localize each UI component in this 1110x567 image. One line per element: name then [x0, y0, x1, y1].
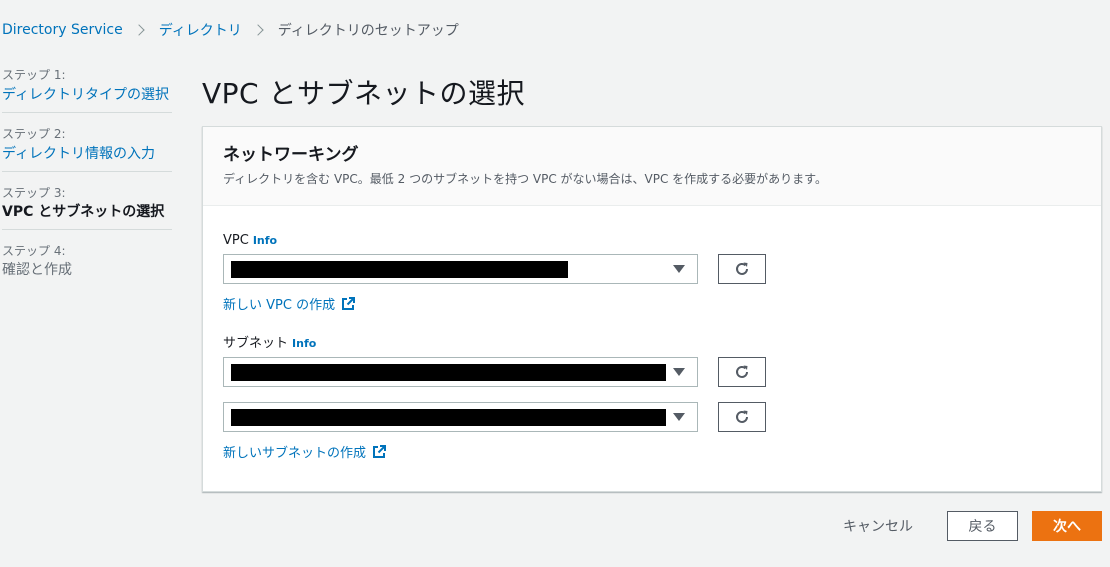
redacted-value — [231, 409, 666, 426]
chevron-right-icon — [252, 24, 264, 36]
networking-panel: ネットワーキング ディレクトリを含む VPC。最低 2 つのサブネットを持つ V… — [202, 126, 1102, 492]
vpc-select[interactable] — [223, 254, 698, 284]
step-link-directory-type[interactable]: ディレクトリタイプの選択 — [2, 87, 169, 103]
vpc-row — [223, 254, 1081, 284]
subnet-label-text: サブネット — [223, 336, 289, 351]
step-disabled-review: 確認と作成 — [2, 262, 72, 278]
vpc-label-text: VPC — [223, 233, 249, 248]
breadcrumb-directory-service[interactable]: Directory Service — [2, 22, 123, 38]
external-link-icon — [373, 444, 387, 458]
subnet-row-1 — [223, 357, 1081, 387]
create-vpc-link-text: 新しい VPC の作成 — [223, 298, 336, 313]
breadcrumb: Directory Service ディレクトリ ディレクトリのセットアップ — [2, 20, 459, 40]
refresh-icon — [736, 410, 748, 423]
create-vpc-link[interactable]: 新しい VPC の作成 — [223, 294, 356, 313]
page-title: VPC とサブネットの選択 — [202, 77, 525, 110]
caret-down-icon — [673, 368, 685, 376]
chevron-right-icon — [133, 24, 145, 36]
step-link-directory-info[interactable]: ディレクトリ情報の入力 — [2, 146, 155, 162]
refresh-icon — [736, 365, 748, 378]
wizard-steps: ステップ 1: ディレクトリタイプの選択 ステップ 2: ディレクトリ情報の入力… — [2, 66, 172, 299]
create-subnet-link[interactable]: 新しいサブネットの作成 — [223, 442, 387, 461]
step-1: ステップ 1: ディレクトリタイプの選択 — [2, 66, 172, 113]
back-button[interactable]: 戻る — [947, 511, 1018, 541]
step-number: ステップ 3: — [2, 186, 66, 200]
subnet-select-2[interactable] — [223, 402, 698, 432]
step-number: ステップ 2: — [2, 127, 66, 141]
refresh-icon — [736, 262, 748, 275]
step-current-vpc-subnet: VPC とサブネットの選択 — [2, 204, 165, 220]
create-subnet-link-text: 新しいサブネットの作成 — [223, 446, 367, 461]
subnet-select-1[interactable] — [223, 357, 698, 387]
wizard-footer: キャンセル 戻る 次へ — [831, 511, 1102, 541]
step-3: ステップ 3: VPC とサブネットの選択 — [2, 184, 172, 230]
subnet-refresh-button-2[interactable] — [718, 402, 766, 432]
subnet-info-link[interactable]: Info — [292, 337, 316, 350]
subnet-row-2 — [223, 402, 1081, 432]
step-number: ステップ 4: — [2, 244, 66, 258]
subnet-refresh-button-1[interactable] — [718, 357, 766, 387]
next-button[interactable]: 次へ — [1032, 511, 1102, 541]
panel-header: ネットワーキング ディレクトリを含む VPC。最低 2 つのサブネットを持つ V… — [203, 127, 1101, 206]
redacted-value — [231, 364, 666, 381]
panel-title: ネットワーキング — [223, 145, 359, 165]
breadcrumb-directories[interactable]: ディレクトリ — [159, 20, 242, 40]
step-4: ステップ 4: 確認と作成 — [2, 242, 172, 287]
redacted-value — [231, 261, 568, 278]
caret-down-icon — [673, 413, 685, 421]
vpc-refresh-button[interactable] — [718, 254, 766, 284]
external-link-icon — [342, 296, 356, 310]
breadcrumb-current: ディレクトリのセットアップ — [277, 23, 459, 39]
step-2: ステップ 2: ディレクトリ情報の入力 — [2, 125, 172, 172]
vpc-info-link[interactable]: Info — [253, 234, 277, 247]
panel-description: ディレクトリを含む VPC。最低 2 つのサブネットを持つ VPC がない場合は… — [223, 172, 827, 186]
panel-body: VPC Info 新しい VPC の作成 サブネット Info 新しいサブネット… — [203, 206, 1101, 461]
vpc-label: VPC Info — [223, 232, 1081, 250]
subnet-label: サブネット Info — [223, 335, 1081, 353]
caret-down-icon — [673, 265, 685, 273]
cancel-button[interactable]: キャンセル — [831, 511, 925, 541]
step-number: ステップ 1: — [2, 68, 66, 82]
